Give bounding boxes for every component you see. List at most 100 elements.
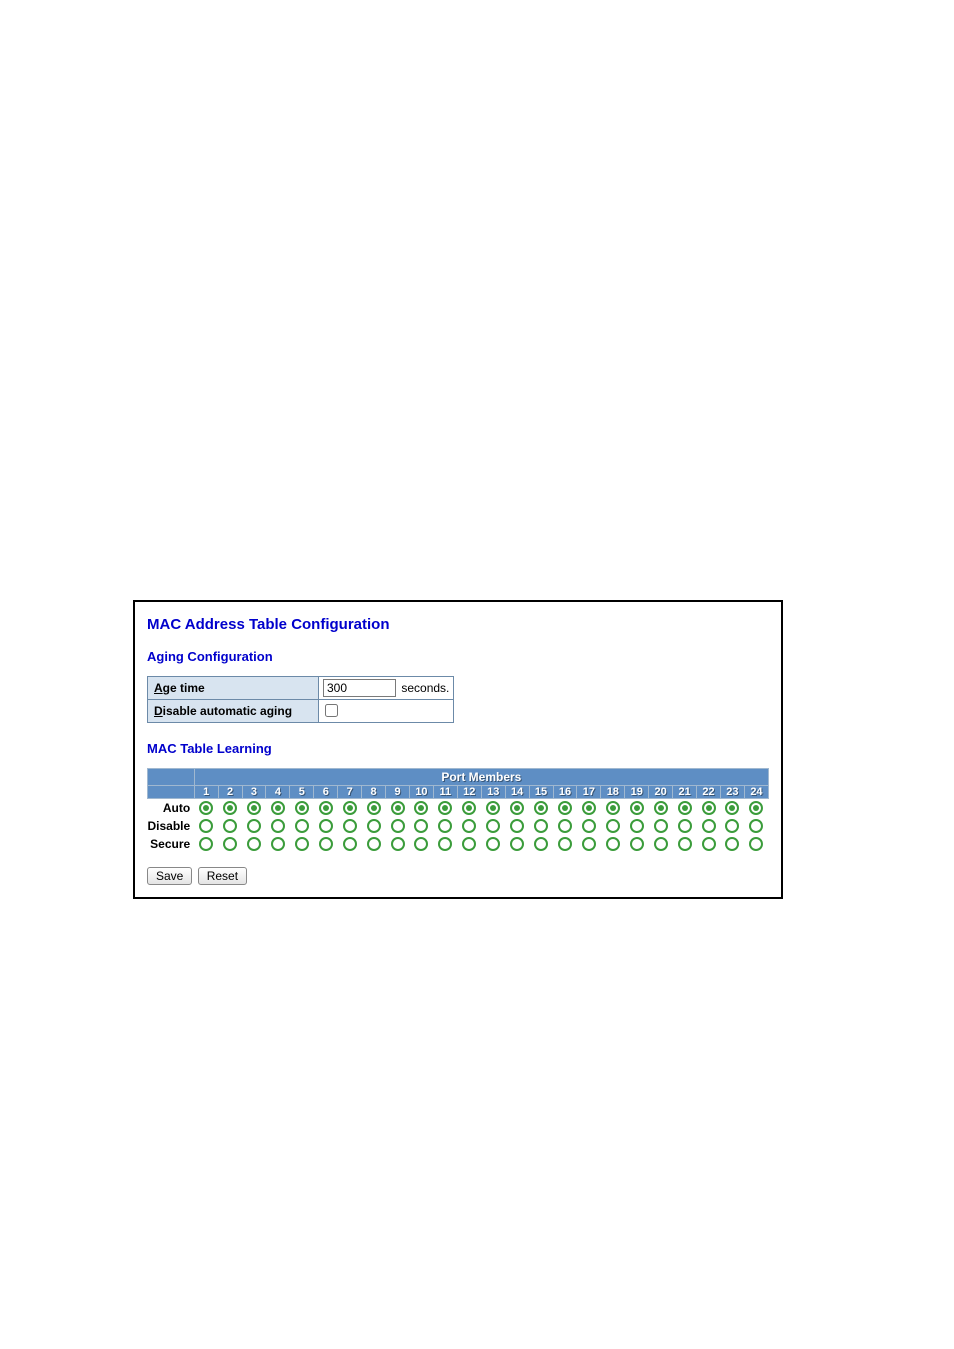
radio-auto-port-9[interactable] (391, 801, 405, 815)
radio-auto-port-11[interactable] (438, 801, 452, 815)
radio-disable-port-24[interactable] (749, 819, 763, 833)
radio-secure-port-24[interactable] (749, 837, 763, 851)
radio-secure-port-12[interactable] (462, 837, 476, 851)
radio-cell (242, 835, 266, 853)
radio-auto-port-5[interactable] (295, 801, 309, 815)
radio-disable-port-21[interactable] (678, 819, 692, 833)
radio-cell (481, 799, 505, 818)
radio-disable-port-17[interactable] (582, 819, 596, 833)
radio-disable-port-22[interactable] (702, 819, 716, 833)
radio-auto-port-2[interactable] (223, 801, 237, 815)
radio-disable-port-8[interactable] (367, 819, 381, 833)
radio-secure-port-21[interactable] (678, 837, 692, 851)
radio-secure-port-17[interactable] (582, 837, 596, 851)
radio-auto-port-15[interactable] (534, 801, 548, 815)
radio-cell (314, 835, 338, 853)
radio-secure-port-15[interactable] (534, 837, 548, 851)
radio-disable-port-11[interactable] (438, 819, 452, 833)
radio-auto-port-20[interactable] (654, 801, 668, 815)
radio-secure-port-14[interactable] (510, 837, 524, 851)
radio-auto-port-18[interactable] (606, 801, 620, 815)
radio-secure-port-20[interactable] (654, 837, 668, 851)
radio-auto-port-8[interactable] (367, 801, 381, 815)
radio-auto-port-14[interactable] (510, 801, 524, 815)
radio-disable-port-2[interactable] (223, 819, 237, 833)
radio-auto-port-23[interactable] (725, 801, 739, 815)
radio-disable-port-3[interactable] (247, 819, 261, 833)
radio-auto-port-22[interactable] (702, 801, 716, 815)
radio-secure-port-11[interactable] (438, 837, 452, 851)
radio-disable-port-13[interactable] (486, 819, 500, 833)
radio-secure-port-16[interactable] (558, 837, 572, 851)
radio-disable-port-16[interactable] (558, 819, 572, 833)
radio-secure-port-2[interactable] (223, 837, 237, 851)
radio-cell (744, 835, 768, 853)
radio-auto-port-6[interactable] (319, 801, 333, 815)
radio-secure-port-8[interactable] (367, 837, 381, 851)
radio-secure-port-7[interactable] (343, 837, 357, 851)
radio-auto-port-17[interactable] (582, 801, 596, 815)
radio-secure-port-6[interactable] (319, 837, 333, 851)
port-header-7: 7 (338, 786, 362, 799)
radio-cell (362, 817, 386, 835)
radio-cell (433, 817, 457, 835)
radio-cell (673, 835, 697, 853)
radio-auto-port-12[interactable] (462, 801, 476, 815)
disable-aging-checkbox[interactable] (325, 704, 338, 717)
radio-disable-port-6[interactable] (319, 819, 333, 833)
radio-disable-port-9[interactable] (391, 819, 405, 833)
radio-auto-port-13[interactable] (486, 801, 500, 815)
aging-heading: Aging Configuration (147, 649, 769, 664)
radio-secure-port-10[interactable] (414, 837, 428, 851)
radio-cell (218, 835, 242, 853)
port-header-19: 19 (625, 786, 649, 799)
radio-auto-port-10[interactable] (414, 801, 428, 815)
radio-disable-port-10[interactable] (414, 819, 428, 833)
radio-disable-port-15[interactable] (534, 819, 548, 833)
radio-auto-port-16[interactable] (558, 801, 572, 815)
row-label-disable: Disable (148, 817, 195, 835)
radio-auto-port-19[interactable] (630, 801, 644, 815)
radio-cell (338, 799, 362, 818)
age-time-input[interactable] (323, 679, 396, 697)
radio-disable-port-7[interactable] (343, 819, 357, 833)
radio-disable-port-5[interactable] (295, 819, 309, 833)
radio-auto-port-3[interactable] (247, 801, 261, 815)
radio-cell (577, 817, 601, 835)
save-button[interactable]: Save (147, 867, 192, 885)
radio-disable-port-12[interactable] (462, 819, 476, 833)
radio-disable-port-1[interactable] (199, 819, 213, 833)
row-label-secure: Secure (148, 835, 195, 853)
port-header-23: 23 (720, 786, 744, 799)
radio-auto-port-7[interactable] (343, 801, 357, 815)
port-header-17: 17 (577, 786, 601, 799)
radio-secure-port-19[interactable] (630, 837, 644, 851)
radio-disable-port-20[interactable] (654, 819, 668, 833)
radio-auto-port-1[interactable] (199, 801, 213, 815)
radio-secure-port-4[interactable] (271, 837, 285, 851)
radio-disable-port-18[interactable] (606, 819, 620, 833)
radio-cell (625, 817, 649, 835)
radio-secure-port-23[interactable] (725, 837, 739, 851)
radio-cell (386, 835, 410, 853)
reset-button[interactable]: Reset (198, 867, 247, 885)
radio-secure-port-9[interactable] (391, 837, 405, 851)
radio-cell (673, 799, 697, 818)
radio-secure-port-22[interactable] (702, 837, 716, 851)
radio-cell (338, 817, 362, 835)
radio-cell (577, 835, 601, 853)
radio-secure-port-18[interactable] (606, 837, 620, 851)
radio-cell (601, 817, 625, 835)
radio-secure-port-1[interactable] (199, 837, 213, 851)
radio-disable-port-19[interactable] (630, 819, 644, 833)
radio-secure-port-5[interactable] (295, 837, 309, 851)
radio-secure-port-3[interactable] (247, 837, 261, 851)
radio-auto-port-24[interactable] (749, 801, 763, 815)
radio-cell (457, 817, 481, 835)
radio-disable-port-14[interactable] (510, 819, 524, 833)
radio-disable-port-23[interactable] (725, 819, 739, 833)
radio-disable-port-4[interactable] (271, 819, 285, 833)
radio-secure-port-13[interactable] (486, 837, 500, 851)
radio-auto-port-21[interactable] (678, 801, 692, 815)
radio-auto-port-4[interactable] (271, 801, 285, 815)
